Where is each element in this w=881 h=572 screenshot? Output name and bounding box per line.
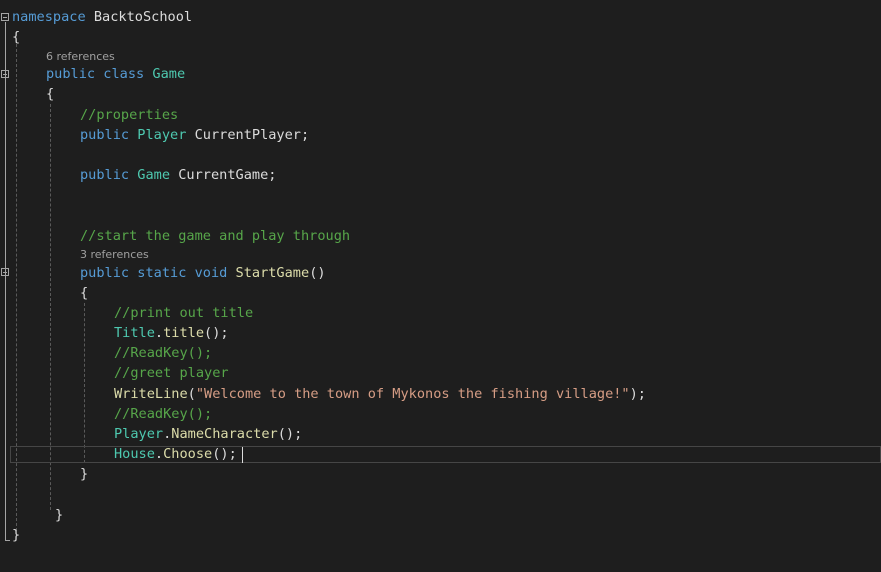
type-name: Title: [114, 325, 155, 341]
call-end: ();: [212, 446, 237, 462]
string-literal: "Welcome to the town of Mykonos the fish…: [195, 386, 630, 402]
field-name: CurrentGame;: [170, 167, 277, 183]
public-keyword: public: [80, 127, 130, 143]
call-end: ();: [204, 325, 229, 341]
type-name: Player: [114, 426, 164, 442]
code-line-brace[interactable]: {: [46, 84, 54, 104]
references-codelens[interactable]: 3 references: [80, 248, 149, 262]
code-editor[interactable]: namespace BacktoSchool { 6 references pu…: [0, 0, 881, 572]
text-caret: [242, 447, 243, 463]
references-count: 6 references: [46, 50, 115, 63]
code-line-comment[interactable]: //start the game and play through: [80, 226, 350, 246]
code-line-class[interactable]: public class Game: [46, 64, 185, 84]
comment: //print out title: [114, 305, 254, 321]
comment: //greet player: [114, 365, 229, 381]
code-line-player-field[interactable]: public Player CurrentPlayer;: [80, 125, 309, 145]
code-line-writeline[interactable]: WriteLine("Welcome to the town of Mykono…: [114, 384, 646, 404]
paren-close: );: [629, 386, 646, 402]
class-name: Game: [152, 66, 186, 82]
brace: {: [46, 86, 55, 102]
type-name: House: [114, 446, 155, 462]
references-codelens[interactable]: 6 references: [46, 50, 115, 64]
code-line-game-field[interactable]: public Game CurrentGame;: [80, 165, 276, 185]
code-line-brace[interactable]: }: [55, 505, 63, 525]
method-name: WriteLine: [114, 386, 188, 402]
namespace-name: BacktoSchool: [93, 9, 193, 25]
brace: }: [80, 466, 89, 482]
code-line-brace[interactable]: {: [80, 283, 88, 303]
fold-end-namespace: [5, 540, 10, 541]
method-name: Choose: [163, 446, 213, 462]
collapse-icon[interactable]: [1, 13, 9, 21]
brace: }: [55, 507, 64, 523]
comment: //properties: [80, 107, 179, 123]
method-keywords: public static void: [80, 265, 228, 281]
collapse-icon[interactable]: [1, 268, 9, 276]
code-line-comment[interactable]: //properties: [80, 105, 178, 125]
parens: (): [309, 265, 326, 281]
collapse-icon[interactable]: [1, 70, 9, 78]
comment: //ReadKey();: [114, 345, 213, 361]
code-line-brace[interactable]: {: [12, 27, 20, 47]
dot: .: [154, 325, 164, 341]
field-name: CurrentPlayer;: [186, 127, 310, 143]
type-name: Game: [137, 167, 171, 183]
comment: //start the game and play through: [80, 228, 351, 244]
code-line-comment[interactable]: //print out title: [114, 303, 253, 323]
code-line-comment[interactable]: //ReadKey();: [114, 404, 212, 424]
indent-guide: [84, 303, 85, 463]
code-line-method[interactable]: public static void StartGame(): [80, 263, 326, 283]
brace: }: [12, 527, 21, 543]
comment: //ReadKey();: [114, 406, 213, 422]
public-keyword: public: [80, 167, 130, 183]
code-line-namespace[interactable]: namespace BacktoSchool: [12, 7, 192, 27]
code-line-house-choose[interactable]: House.Choose();: [114, 444, 237, 464]
type-name: Player: [137, 127, 187, 143]
code-line-brace[interactable]: }: [12, 525, 20, 545]
dot: .: [154, 446, 164, 462]
namespace-keyword: namespace: [12, 9, 86, 25]
method-name: StartGame: [235, 265, 310, 281]
fold-line-method: [5, 277, 6, 483]
code-line-comment[interactable]: //greet player: [114, 363, 229, 383]
references-count: 3 references: [80, 248, 149, 261]
class-keyword: public class: [46, 66, 145, 82]
brace: {: [12, 29, 21, 45]
code-line-name-character[interactable]: Player.NameCharacter();: [114, 424, 302, 444]
code-line-comment[interactable]: //ReadKey();: [114, 343, 212, 363]
method-name: title: [163, 325, 205, 341]
brace: {: [80, 285, 89, 301]
call-end: ();: [277, 426, 303, 442]
paren-open: (: [187, 386, 196, 402]
code-line-title-call[interactable]: Title.title();: [114, 323, 229, 343]
method-name: NameCharacter: [171, 426, 278, 442]
code-line-brace[interactable]: }: [80, 464, 88, 484]
